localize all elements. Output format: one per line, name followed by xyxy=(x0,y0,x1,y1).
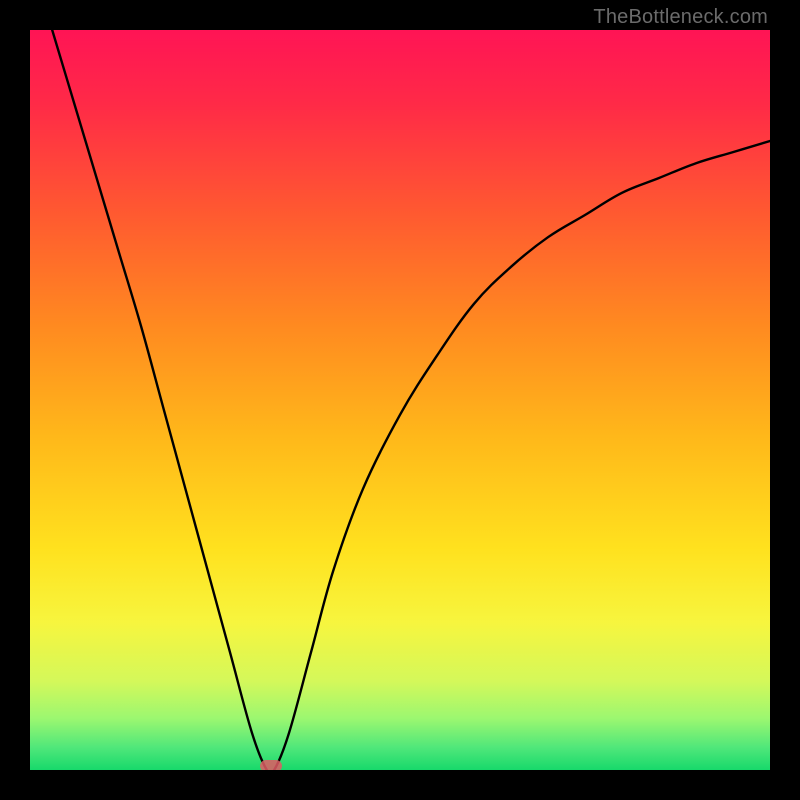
chart-frame: TheBottleneck.com xyxy=(0,0,800,800)
curve-layer xyxy=(30,30,770,770)
bottleneck-curve xyxy=(52,30,770,770)
plot-area xyxy=(30,30,770,770)
watermark-text: TheBottleneck.com xyxy=(593,6,768,29)
minimum-marker xyxy=(260,760,282,770)
